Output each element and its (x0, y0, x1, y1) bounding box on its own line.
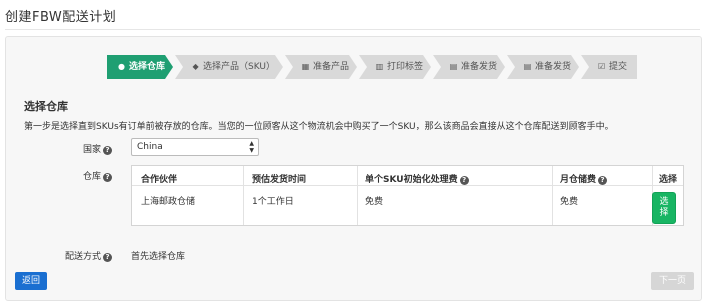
help-icon[interactable]: ? (103, 253, 112, 262)
globe-icon: ● (118, 62, 125, 71)
step-label: 准备产品 (312, 62, 349, 72)
cell-init-fee: 免费 (365, 197, 384, 207)
title-divider (5, 29, 700, 30)
step-label: 打印标签 (387, 62, 424, 72)
step-print-labels[interactable]: ▥ 打印标签 (359, 55, 431, 79)
col-header-init-fee: 单个SKU初始化处理费? (365, 172, 469, 185)
section-intro: 第一步是选择直到SKUs有订单前被存放的仓库。当您的一位顾客从这个物流机会中购买… (24, 122, 614, 132)
help-icon[interactable]: ? (103, 146, 112, 155)
list-icon: ▤ (449, 62, 458, 71)
delivery-method-label: 配送方式? (22, 249, 112, 262)
help-icon[interactable]: ? (598, 176, 608, 185)
cell-eta: 1个工作日 (252, 197, 294, 207)
country-label: 国家? (22, 142, 112, 155)
col-header-monthly-fee: 月仓储费? (560, 172, 608, 185)
wizard-steps: ● 选择仓库 ◆ 选择产品（SKU） ▦ 准备产品 ▥ 打印标签 ▤ 准备发货 ▤ 准备发货… (107, 55, 639, 79)
help-icon[interactable]: ? (103, 173, 112, 182)
back-button[interactable]: 返回 (15, 272, 47, 290)
list-icon: ▤ (523, 62, 532, 71)
warehouse-label: 仓库? (22, 169, 112, 182)
step-submit[interactable]: ☑ 提交 (581, 55, 638, 79)
country-select[interactable]: China ▲ ▼ (131, 138, 259, 156)
page-title: 创建FBW配送计划 (5, 10, 117, 25)
step-label: 准备发货 (535, 62, 572, 72)
tag-icon: ◆ (192, 62, 199, 71)
step-label: 选择仓库 (129, 62, 166, 72)
step-label: 提交 (609, 62, 628, 72)
step-select-warehouse[interactable]: ● 选择仓库 (107, 55, 173, 79)
step-label: 准备发货 (461, 62, 498, 72)
step-label: 选择产品（SKU） (203, 62, 275, 72)
cell-monthly-fee: 免费 (560, 197, 579, 207)
step-select-products[interactable]: ◆ 选择产品（SKU） (175, 55, 283, 79)
main-panel: ● 选择仓库 ◆ 选择产品（SKU） ▦ 准备产品 ▥ 打印标签 ▤ 准备发货 ▤ 准备发货… (5, 36, 702, 301)
select-arrows-icon: ▲ ▼ (249, 140, 254, 154)
col-header-select: 选择 (659, 175, 678, 185)
warehouse-table: 合作伙伴 预估发货时间 单个SKU初始化处理费? 月仓储费? 选择 上海邮政仓储… (131, 165, 684, 226)
step-prepare-shipment-2[interactable]: ▤ 准备发货 (507, 55, 579, 79)
col-header-partner: 合作伙伴 (141, 175, 178, 185)
grid-icon: ▦ (301, 62, 310, 71)
barcode-icon: ▥ (375, 62, 384, 71)
select-warehouse-button[interactable]: 选择 (652, 192, 676, 224)
delivery-method-value: 首先选择仓库 (131, 252, 186, 262)
check-square-icon: ☑ (597, 62, 606, 71)
cell-partner: 上海邮政仓储 (141, 197, 196, 207)
next-page-button[interactable]: 下一页 (651, 272, 694, 290)
step-prepare-shipment-1[interactable]: ▤ 准备发货 (433, 55, 505, 79)
step-prepare-products[interactable]: ▦ 准备产品 (285, 55, 357, 79)
help-icon[interactable]: ? (459, 176, 469, 185)
section-title: 选择仓库 (24, 100, 68, 113)
col-header-eta: 预估发货时间 (252, 175, 307, 185)
